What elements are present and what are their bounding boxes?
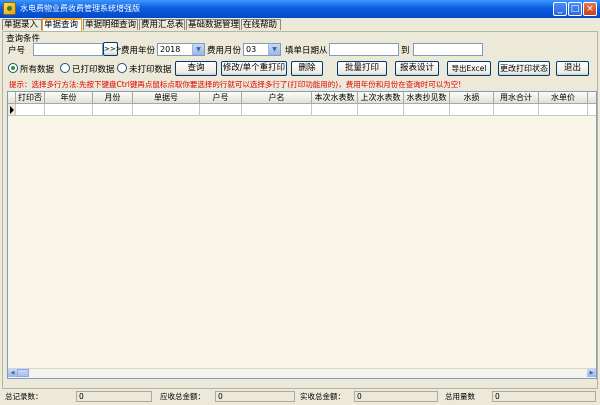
- date-to-label: 到: [401, 46, 410, 56]
- horizontal-scrollbar[interactable]: ◀ ▶: [8, 368, 596, 378]
- fee-year-value: 2018: [160, 45, 181, 54]
- date-to-input[interactable]: [413, 43, 483, 56]
- tab-bar: 单据录入 单据查询 单据明细查询 费用汇总表 基础数据管理 在线帮助: [0, 18, 600, 31]
- change-print-status-button[interactable]: 更改打印状态: [498, 61, 550, 76]
- table-cell[interactable]: [588, 104, 596, 116]
- bill-table[interactable]: 打印否 年份 月份 单据号 户号 户名 本次水表数 上次水表数 水表抄见数 水损…: [7, 91, 597, 379]
- received-value: 0: [354, 391, 438, 402]
- column-header[interactable]: [588, 92, 596, 104]
- column-header[interactable]: 年份: [45, 92, 93, 104]
- scroll-left-icon[interactable]: ◀: [8, 369, 17, 377]
- query-button[interactable]: 查询: [175, 61, 217, 76]
- column-header[interactable]: 上次水表数: [358, 92, 404, 104]
- receivable-label: 应收总金额：: [160, 392, 205, 401]
- row-indicator-icon: [8, 104, 16, 116]
- scroll-thumb[interactable]: [17, 369, 29, 377]
- column-header[interactable]: 本次水表数: [312, 92, 358, 104]
- tab-online-help[interactable]: 在线帮助: [241, 19, 281, 30]
- radio-printed-data[interactable]: 已打印数据: [60, 63, 115, 75]
- table-row[interactable]: [8, 104, 596, 116]
- modify-reprint-button[interactable]: 修改/单个重打印: [221, 61, 287, 76]
- total-records-label: 总记录数：: [5, 392, 43, 401]
- radio-all-data[interactable]: 所有数据: [8, 63, 54, 75]
- status-bar: 总记录数： 0 应收总金额： 0 实收总金额： 0 总用量数 0: [0, 389, 600, 405]
- column-header[interactable]: 户名: [242, 92, 312, 104]
- tab-bill-detail-query[interactable]: 单据明细查询: [83, 19, 138, 30]
- window-title: 水电费物业费收费管理系统增强版: [20, 4, 140, 13]
- title-bar: 水电费物业费收费管理系统增强版 _ □ ×: [0, 0, 600, 18]
- exit-button[interactable]: 退出: [556, 61, 589, 76]
- table-cell[interactable]: [494, 104, 539, 116]
- date-from-input[interactable]: [329, 43, 399, 56]
- hint-text: 提示：选择多行方法:先按下键盘Ctrl键再点鼠标点取你要选择的行就可以选择多行了…: [9, 80, 462, 89]
- column-header[interactable]: 打印否: [16, 92, 45, 104]
- table-cell[interactable]: [312, 104, 358, 116]
- account-label: 户号: [8, 46, 26, 56]
- radio-dot-icon: [117, 63, 127, 73]
- scroll-right-icon[interactable]: ▶: [587, 369, 596, 377]
- total-usage-value: 0: [492, 391, 596, 402]
- total-usage-label: 总用量数: [445, 392, 475, 401]
- table-cell[interactable]: [450, 104, 494, 116]
- column-header[interactable]: 水损: [450, 92, 494, 104]
- table-cell[interactable]: [45, 104, 93, 116]
- radio-dot-icon: [60, 63, 70, 73]
- date-from-label: 填单日期从: [285, 46, 328, 56]
- maximize-button[interactable]: □: [568, 2, 582, 16]
- batch-print-button[interactable]: 批量打印: [337, 61, 387, 76]
- account-input[interactable]: [33, 43, 103, 56]
- column-header[interactable]: 户号: [200, 92, 242, 104]
- table-cell[interactable]: [358, 104, 404, 116]
- table-cell[interactable]: [404, 104, 450, 116]
- column-header[interactable]: 月份: [93, 92, 133, 104]
- minimize-button[interactable]: _: [553, 2, 567, 16]
- close-button[interactable]: ×: [583, 2, 597, 16]
- table-cell[interactable]: [16, 104, 45, 116]
- tab-bill-query[interactable]: 单据查询: [42, 18, 82, 31]
- table-cell[interactable]: [242, 104, 312, 116]
- receivable-value: 0: [215, 391, 295, 402]
- export-excel-button[interactable]: 导出Excel: [447, 61, 491, 76]
- column-header[interactable]: 用水合计: [494, 92, 539, 104]
- header-corner: [8, 92, 16, 104]
- fee-year-select[interactable]: 2018 ▼: [157, 43, 205, 56]
- radio-unprinted-data[interactable]: 未打印数据: [117, 63, 172, 75]
- column-header[interactable]: 水单价: [539, 92, 588, 104]
- delete-button[interactable]: 删除: [291, 61, 323, 76]
- fee-month-label: 费用月份: [207, 46, 242, 56]
- report-design-button[interactable]: 报表设计: [395, 61, 439, 76]
- table-cell[interactable]: [133, 104, 200, 116]
- total-records-value: 0: [76, 391, 152, 402]
- radio-dot-icon: [8, 63, 18, 73]
- fee-month-select[interactable]: 03 ▼: [243, 43, 281, 56]
- query-panel: 查询条件 户号 >>> 费用年份 2018 ▼ 费用月份 03 ▼ 填单日期从 …: [2, 31, 598, 389]
- table-cell[interactable]: [200, 104, 242, 116]
- chevron-down-icon: ▼: [268, 44, 280, 55]
- fee-year-label: 费用年份: [121, 46, 156, 56]
- received-label: 实收总金额：: [300, 392, 345, 401]
- tab-bill-entry[interactable]: 单据录入: [2, 19, 42, 30]
- tab-fee-summary[interactable]: 费用汇总表: [139, 19, 185, 30]
- tab-basic-data[interactable]: 基础数据管理: [186, 19, 240, 30]
- table-cell[interactable]: [539, 104, 588, 116]
- column-header[interactable]: 水表抄见数: [404, 92, 450, 104]
- table-cell[interactable]: [93, 104, 133, 116]
- column-header[interactable]: 单据号: [133, 92, 200, 104]
- table-header: 打印否 年份 月份 单据号 户号 户名 本次水表数 上次水表数 水表抄见数 水损…: [8, 92, 596, 104]
- chevron-down-icon: ▼: [192, 44, 204, 55]
- app-icon: [3, 2, 16, 15]
- account-lookup-button[interactable]: >>>: [103, 42, 122, 56]
- fee-month-value: 03: [246, 45, 257, 54]
